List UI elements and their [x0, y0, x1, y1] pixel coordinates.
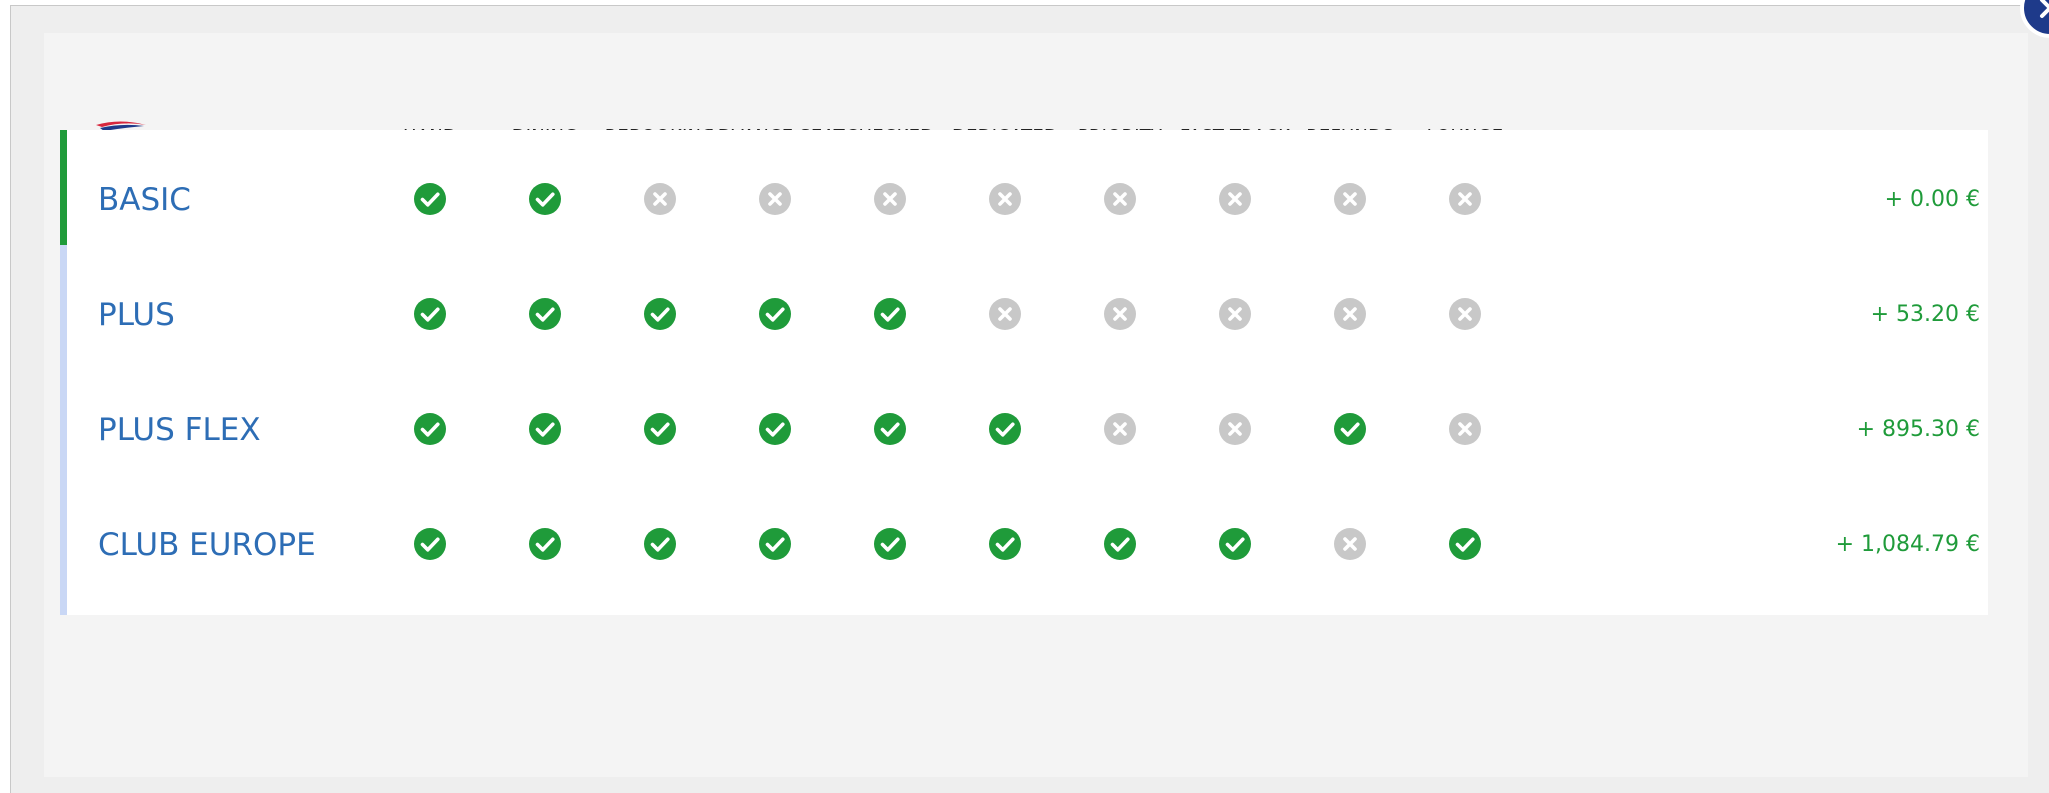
- check-circle-icon: [413, 527, 447, 561]
- close-icon: [2040, 0, 2049, 18]
- fare-name[interactable]: PLUS: [98, 295, 175, 335]
- cross-circle-icon: [1333, 527, 1367, 561]
- fare-table: HAND BAGGAGEDININGREBOOKINGADVANCE SEATR…: [44, 33, 2028, 777]
- fare-price: + 53.20 €: [1870, 302, 1980, 327]
- cross-circle-icon: [873, 182, 907, 216]
- check-circle-icon: [643, 297, 677, 331]
- check-circle-icon: [988, 527, 1022, 561]
- check-circle-icon: [758, 412, 792, 446]
- cross-circle-icon: [1333, 182, 1367, 216]
- cross-circle-icon: [988, 182, 1022, 216]
- check-circle-icon: [1333, 412, 1367, 446]
- fare-name[interactable]: CLUB EUROPE: [98, 525, 316, 565]
- cross-circle-icon: [758, 182, 792, 216]
- check-circle-icon: [528, 527, 562, 561]
- fare-name[interactable]: PLUS FLEX: [98, 410, 261, 450]
- check-circle-icon: [528, 412, 562, 446]
- cross-circle-icon: [1103, 412, 1137, 446]
- check-circle-icon: [873, 297, 907, 331]
- cross-circle-icon: [1448, 297, 1482, 331]
- check-circle-icon: [758, 527, 792, 561]
- check-circle-icon: [873, 527, 907, 561]
- fare-price: + 1,084.79 €: [1835, 532, 1980, 557]
- check-circle-icon: [413, 297, 447, 331]
- fare-comparison-modal: HAND BAGGAGEDININGREBOOKINGADVANCE SEATR…: [10, 0, 2049, 793]
- check-circle-icon: [1103, 527, 1137, 561]
- check-circle-icon: [643, 527, 677, 561]
- check-circle-icon: [873, 412, 907, 446]
- check-circle-icon: [413, 412, 447, 446]
- check-circle-icon: [758, 297, 792, 331]
- check-circle-icon: [528, 297, 562, 331]
- cross-circle-icon: [1448, 182, 1482, 216]
- cross-circle-icon: [1103, 297, 1137, 331]
- cross-circle-icon: [643, 182, 677, 216]
- fare-price: + 895.30 €: [1856, 417, 1980, 442]
- check-circle-icon: [1448, 527, 1482, 561]
- check-circle-icon: [528, 182, 562, 216]
- cross-circle-icon: [1448, 412, 1482, 446]
- row-indicator: [60, 475, 67, 615]
- check-circle-icon: [413, 182, 447, 216]
- cross-circle-icon: [1218, 297, 1252, 331]
- cross-circle-icon: [1218, 182, 1252, 216]
- fare-row-club-europe[interactable]: CLUB EUROPE + 1,084.79 €: [60, 475, 1988, 615]
- check-circle-icon: [643, 412, 677, 446]
- check-circle-icon: [1218, 527, 1252, 561]
- fare-name[interactable]: BASIC: [98, 180, 191, 220]
- cross-circle-icon: [1103, 182, 1137, 216]
- cross-circle-icon: [988, 297, 1022, 331]
- cross-circle-icon: [1218, 412, 1252, 446]
- check-circle-icon: [988, 412, 1022, 446]
- fare-price: + 0.00 €: [1884, 187, 1980, 212]
- cross-circle-icon: [1333, 297, 1367, 331]
